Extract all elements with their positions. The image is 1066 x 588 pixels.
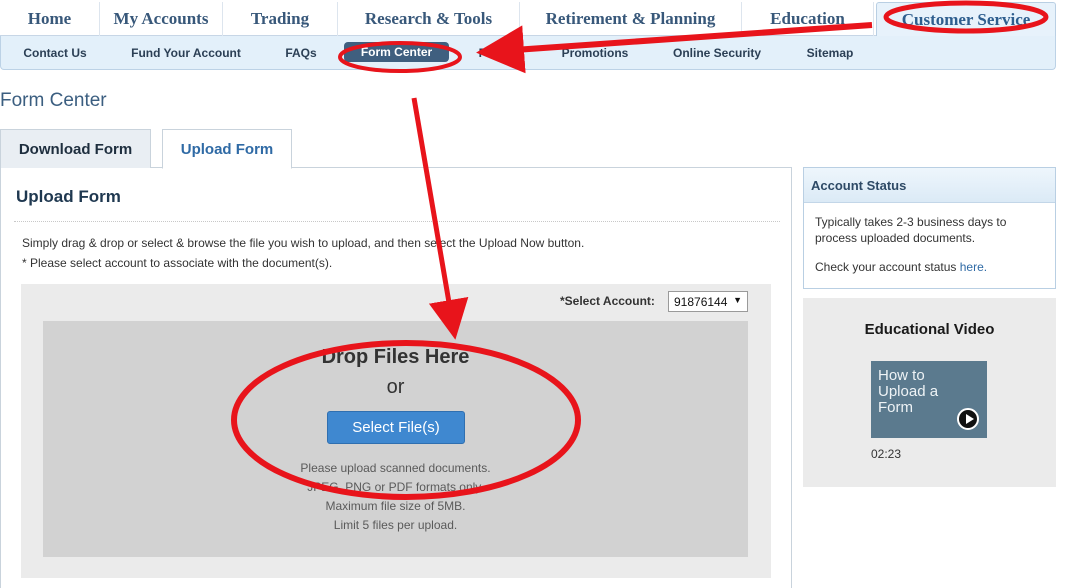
- upload-note-4: Limit 5 files per upload.: [333, 518, 458, 532]
- account-instructions: * Please select account to associate wit…: [22, 256, 333, 270]
- nav-retirement-planning[interactable]: Retirement & Planning: [520, 2, 742, 36]
- video-duration: 02:23: [871, 447, 902, 461]
- drop-or-text: or: [386, 376, 405, 398]
- heading-divider: [14, 221, 780, 222]
- subnav-promotions[interactable]: Promotions: [553, 36, 637, 70]
- tab-upload-form[interactable]: Upload Form: [162, 129, 292, 169]
- nav-my-accounts[interactable]: My Accounts: [100, 2, 223, 36]
- upload-note-1: Please upload scanned documents.: [300, 461, 491, 475]
- subnav-sitemap[interactable]: Sitemap: [797, 36, 863, 70]
- play-icon[interactable]: [957, 408, 979, 430]
- upload-instructions: Simply drag & drop or select & browse th…: [22, 236, 585, 250]
- video-heading: Educational Video: [864, 321, 995, 338]
- main-nav: Home My Accounts Trading Research & Tool…: [0, 0, 1056, 36]
- nav-customer-service[interactable]: Customer Service: [876, 2, 1056, 36]
- status-here-link[interactable]: here.: [960, 260, 987, 274]
- status-line-2: process uploaded documents.: [815, 231, 976, 245]
- video-thumbnail[interactable]: How to Upload a Form: [871, 361, 987, 438]
- chevron-down-icon: ▼: [733, 295, 742, 305]
- status-check-text: Check your account status: [815, 260, 960, 274]
- upload-note-2: JPEG, PNG or PDF formats only.: [307, 480, 484, 494]
- subnav-contact-us[interactable]: Contact Us: [13, 36, 97, 70]
- sub-nav: Contact Us Fund Your Account FAQs Form C…: [0, 36, 1056, 70]
- account-select[interactable]: 91876144 ▼: [668, 291, 748, 312]
- tab-download-form[interactable]: Download Form: [0, 129, 151, 168]
- form-tabs: Download Form Upload Form: [0, 129, 792, 169]
- upload-note-3: Maximum file size of 5MB.: [325, 499, 466, 513]
- nav-research-tools[interactable]: Research & Tools: [338, 2, 520, 36]
- subnav-pricing[interactable]: Pricing: [469, 36, 529, 70]
- subnav-online-security[interactable]: Online Security: [665, 36, 769, 70]
- account-select-value: 91876144: [674, 294, 728, 309]
- drop-files-title: Drop Files Here: [321, 346, 470, 368]
- video-thumb-text: How to Upload a Form: [878, 367, 939, 416]
- select-account-label: *Select Account:: [560, 294, 655, 308]
- select-files-button[interactable]: Select File(s): [327, 411, 465, 444]
- nav-trading[interactable]: Trading: [223, 2, 338, 36]
- subnav-form-center[interactable]: Form Center: [344, 42, 449, 62]
- account-status-box: Account Status Typically takes 2-3 busin…: [803, 167, 1056, 289]
- status-check-line: Check your account status here.: [815, 260, 987, 274]
- account-status-heading: Account Status: [804, 168, 1055, 203]
- nav-home[interactable]: Home: [0, 2, 100, 36]
- page-title: Form Center: [0, 90, 107, 111]
- subnav-faqs[interactable]: FAQs: [277, 36, 325, 70]
- upload-heading: Upload Form: [16, 187, 121, 206]
- nav-education[interactable]: Education: [742, 2, 874, 36]
- subnav-fund-your-account[interactable]: Fund Your Account: [123, 36, 249, 70]
- status-line-1: Typically takes 2-3 business days to: [815, 215, 1007, 229]
